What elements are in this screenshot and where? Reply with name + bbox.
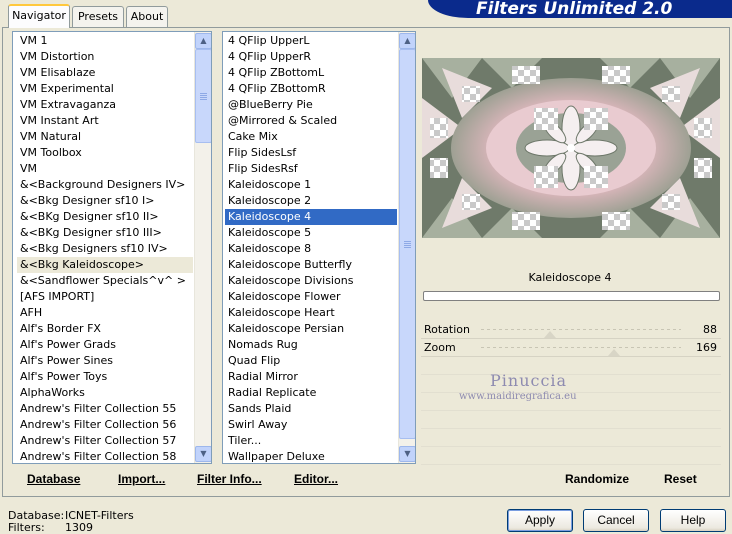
category-list-item[interactable]: &<Background Designers IV> [17,177,193,193]
slider-zoom[interactable]: Zoom 169 [421,339,721,357]
zoom-slider-knob[interactable] [607,349,620,356]
scroll-up-icon[interactable]: ▲ [399,33,415,49]
filter-list-item[interactable]: 4 QFlip UpperL [225,33,397,49]
progress-bar [423,291,720,301]
filter-list-item[interactable]: Flip SidesLsf [225,145,397,161]
scroll-up-icon[interactable]: ▲ [195,33,211,49]
filter-list-item[interactable]: Kaleidoscope 8 [225,241,397,257]
category-list-item[interactable]: &<Bkg Designers sf10 IV> [17,241,193,257]
category-list-item[interactable]: &<BKg Designer sf10 II> [17,209,193,225]
empty-param-row [421,447,721,465]
watermark-name: Pinuccia [490,371,568,390]
filter-list-item[interactable]: Nomads Rug [225,337,397,353]
filter-info-button[interactable]: Filter Info... [197,472,262,486]
category-list-item[interactable]: Andrew's Filter Collection 58 [17,449,193,463]
filter-scrollbar[interactable]: ▲ ▼ [398,32,415,463]
zoom-value: 169 [696,341,717,354]
category-list-item[interactable]: &<BKg Designer sf10 III> [17,225,193,241]
category-list-item[interactable]: VM Distortion [17,49,193,65]
empty-param-row [421,357,721,375]
category-list-item[interactable]: VM Natural [17,129,193,145]
filter-list[interactable]: 4 QFlip UpperL 4 QFlip UpperR 4 QFlip ZBot… [222,31,416,464]
apply-button[interactable]: Apply [507,509,573,532]
category-list-item[interactable]: Alf's Power Toys [17,369,193,385]
scroll-thumb[interactable] [195,49,211,143]
filter-list-item[interactable]: Radial Replicate [225,385,397,401]
watermark-url: www.maidiregrafica.eu [459,391,577,402]
empty-param-row [421,411,721,429]
tab-about[interactable]: About [126,6,168,27]
editor-button[interactable]: Editor... [294,472,338,486]
filter-list-item[interactable]: Sands Plaid [225,401,397,417]
category-list-item[interactable]: VM Experimental [17,81,193,97]
empty-param-row [421,429,721,447]
category-list-item[interactable]: &<Bkg Designer sf10 I> [17,193,193,209]
filter-list-item[interactable]: Kaleidoscope Persian [225,321,397,337]
filter-list-item[interactable]: Kaleidoscope Flower [225,289,397,305]
slider-rotation[interactable]: Rotation 88 [421,321,721,339]
filter-list-item[interactable]: 4 QFlip ZBottomL [225,65,397,81]
scroll-thumb[interactable] [399,49,415,439]
filter-list-item[interactable]: Wallpaper Deluxe [225,449,397,463]
filters-count-label: Filters: [8,521,45,534]
filter-list-item[interactable]: Kaleidoscope Divisions [225,273,397,289]
filter-list-item[interactable]: 4 QFlip UpperR [225,49,397,65]
tab-presets[interactable]: Presets [72,6,124,27]
category-list-item[interactable]: AlphaWorks [17,385,193,401]
category-list[interactable]: VM 1 VM Distortion VM Elisablaze VM Experim… [12,31,212,464]
category-list-item[interactable]: &<Sandflower Specials^v^ > [17,273,193,289]
category-scrollbar[interactable]: ▲ ▼ [194,32,211,463]
filter-list-item[interactable]: Kaleidoscope 5 [225,225,397,241]
import-button[interactable]: Import... [118,472,165,486]
randomize-button[interactable]: Randomize [565,472,629,486]
list-buttons: Database Import... Filter Info... Editor… [12,466,416,492]
filters-count-value: 1309 [65,521,93,534]
category-list-item[interactable]: [AFS IMPORT] [17,289,193,305]
preview-image [422,58,720,238]
filter-list-item[interactable]: 4 QFlip ZBottomR [225,81,397,97]
rotation-value: 88 [703,323,717,336]
category-list-item[interactable]: Andrew's Filter Collection 55 [17,401,193,417]
rotation-label: Rotation [424,323,471,336]
category-list-item[interactable]: VM Extravaganza [17,97,193,113]
filter-list-item[interactable]: Radial Mirror [225,369,397,385]
filter-list-item[interactable]: Kaleidoscope Butterfly [225,257,397,273]
filter-list-item[interactable]: Kaleidoscope 2 [225,193,397,209]
cancel-button[interactable]: Cancel [583,509,649,532]
category-list-item[interactable]: VM Elisablaze [17,65,193,81]
category-list-item[interactable]: VM [17,161,193,177]
category-list-item[interactable]: VM Toolbox [17,145,193,161]
category-list-item[interactable]: AFH [17,305,193,321]
scroll-down-icon[interactable]: ▼ [399,446,415,462]
selected-filter-title: Kaleidoscope 4 [528,271,612,284]
category-list-item[interactable]: &<Bkg Kaleidoscope> [17,257,193,273]
category-list-item[interactable]: Alf's Border FX [17,321,193,337]
app-banner: Filters Unlimited 2.0 [428,0,732,18]
filter-list-item[interactable]: Swirl Away [225,417,397,433]
filter-list-item[interactable]: Kaleidoscope 4 [225,209,397,225]
category-list-item[interactable]: Alf's Power Sines [17,353,193,369]
database-button[interactable]: Database [27,472,80,486]
filter-list-item[interactable]: Kaleidoscope Heart [225,305,397,321]
help-button[interactable]: Help [660,509,726,532]
filter-list-item[interactable]: Tiler... [225,433,397,449]
zoom-label: Zoom [424,341,456,354]
filter-list-item[interactable]: @Mirrored & Scaled [225,113,397,129]
category-list-item[interactable]: VM Instant Art [17,113,193,129]
category-list-item[interactable]: Andrew's Filter Collection 57 [17,433,193,449]
category-list-item[interactable]: Alf's Power Grads [17,337,193,353]
tab-navigator[interactable]: Navigator [8,4,70,28]
filter-list-item[interactable]: @BlueBerry Pie [225,97,397,113]
filter-list-item[interactable]: Quad Flip [225,353,397,369]
filter-list-item[interactable]: Kaleidoscope 1 [225,177,397,193]
scroll-down-icon[interactable]: ▼ [195,446,211,462]
filter-list-item[interactable]: Flip SidesRsf [225,161,397,177]
category-list-item[interactable]: Andrew's Filter Collection 56 [17,417,193,433]
category-list-item[interactable]: VM 1 [17,33,193,49]
reset-button[interactable]: Reset [664,472,697,486]
rotation-slider-knob[interactable] [544,331,556,338]
filter-list-item[interactable]: Cake Mix [225,129,397,145]
